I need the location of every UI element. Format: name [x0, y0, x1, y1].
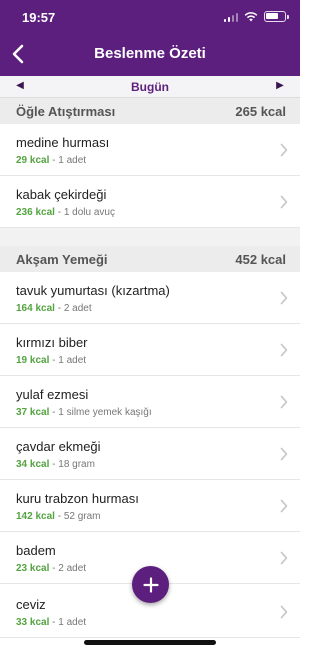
food-item-kuru-trabzon-hurmasi[interactable]: kuru trabzon hurması 142 kcal - 52 gram — [0, 480, 300, 532]
food-kcal: 37 kcal — [16, 407, 50, 418]
food-detail: 142 kcal - 52 gram — [16, 511, 101, 522]
section-separator — [0, 228, 300, 246]
food-item-kabak-cekirdegi[interactable]: kabak çekirdeği 236 kcal - 1 dolu avuç — [0, 176, 300, 228]
food-name: badem — [16, 543, 56, 558]
food-kcal: 236 kcal — [16, 207, 55, 218]
food-item-medine-hurmasi[interactable]: medine hurması 29 kcal - 1 adet — [0, 124, 300, 176]
wifi-icon — [244, 11, 258, 21]
food-kcal: 19 kcal — [16, 355, 50, 366]
status-icons — [223, 11, 289, 22]
plus-icon — [142, 576, 159, 593]
page-title: Beslenme Özeti — [94, 45, 206, 62]
food-detail: 164 kcal - 2 adet — [16, 303, 92, 314]
food-detail: 236 kcal - 1 dolu avuç — [16, 207, 115, 218]
date-selector: ◀ Bugün ▶ — [0, 76, 300, 98]
food-kcal: 23 kcal — [16, 563, 50, 574]
chevron-right-icon — [280, 291, 288, 305]
food-amount: - 2 adet — [49, 563, 87, 574]
food-amount: - 1 silme yemek kaşığı — [49, 407, 152, 418]
section-total-kcal: 452 kcal — [235, 252, 286, 267]
food-name: kırmızı biber — [16, 335, 88, 350]
food-kcal: 33 kcal — [16, 617, 50, 628]
triangle-right-icon: ▶ — [276, 80, 284, 91]
section-name: Akşam Yemeği — [16, 252, 108, 267]
food-detail: 29 kcal - 1 adet — [16, 155, 86, 166]
food-name: kabak çekirdeği — [16, 187, 107, 202]
cellular-signal-icon — [223, 12, 238, 22]
food-kcal: 34 kcal — [16, 459, 50, 470]
food-amount: - 52 gram — [54, 511, 101, 522]
chevron-right-icon — [280, 395, 288, 409]
food-amount: - 1 dolu avuç — [54, 207, 115, 218]
chevron-right-icon — [280, 143, 288, 157]
food-name: tavuk yumurtası (kızartma) — [16, 283, 170, 298]
food-name: ceviz — [16, 597, 46, 612]
chevron-right-icon — [280, 447, 288, 461]
food-amount: - 1 adet — [49, 155, 87, 166]
chevron-right-icon — [280, 551, 288, 565]
food-amount: - 1 adet — [49, 355, 87, 366]
chevron-right-icon — [280, 195, 288, 209]
nav-bar: Beslenme Özeti — [0, 36, 300, 72]
food-item-tavuk-yumurtasi[interactable]: tavuk yumurtası (kızartma) 164 kcal - 2 … — [0, 272, 300, 324]
food-item-yulaf-ezmesi[interactable]: yulaf ezmesi 37 kcal - 1 silme yemek kaş… — [0, 376, 300, 428]
section-total-kcal: 265 kcal — [235, 104, 286, 119]
battery-icon — [264, 11, 289, 22]
app-header: 19:57 Beslenme Özeti — [0, 0, 300, 76]
food-kcal: 142 kcal — [16, 511, 55, 522]
chevron-right-icon — [280, 343, 288, 357]
food-detail: 33 kcal - 1 adet — [16, 617, 86, 628]
food-detail: 23 kcal - 2 adet — [16, 563, 86, 574]
next-day-button[interactable]: ▶ — [272, 80, 288, 91]
section-name: Öğle Atıştırması — [16, 104, 116, 119]
food-name: çavdar ekmeği — [16, 439, 101, 454]
food-kcal: 164 kcal — [16, 303, 55, 314]
food-detail: 34 kcal - 18 gram — [16, 459, 95, 470]
food-name: yulaf ezmesi — [16, 387, 89, 402]
food-detail: 37 kcal - 1 silme yemek kaşığı — [16, 407, 152, 418]
food-item-kirmizi-biber[interactable]: kırmızı biber 19 kcal - 1 adet — [0, 324, 300, 376]
status-bar: 19:57 — [0, 0, 300, 36]
food-amount: - 2 adet — [54, 303, 92, 314]
food-detail: 19 kcal - 1 adet — [16, 355, 86, 366]
home-indicator — [84, 640, 216, 645]
food-amount: - 18 gram — [49, 459, 95, 470]
battery-fill — [266, 13, 278, 19]
food-kcal: 29 kcal — [16, 155, 50, 166]
food-item-cavdar-ekmegi[interactable]: çavdar ekmeği 34 kcal - 18 gram — [0, 428, 300, 480]
add-food-button[interactable] — [132, 566, 169, 603]
food-amount: - 1 adet — [49, 617, 87, 628]
date-label: Bugün — [131, 80, 169, 94]
section-header-aksam-yemegi: Akşam Yemeği 452 kcal — [0, 246, 300, 272]
chevron-right-icon — [280, 499, 288, 513]
food-name: medine hurması — [16, 135, 110, 150]
food-name: kuru trabzon hurması — [16, 491, 139, 506]
status-time: 19:57 — [22, 10, 56, 25]
chevron-right-icon — [280, 605, 288, 619]
section-header-ogle-atistirmasi: Öğle Atıştırması 265 kcal — [0, 98, 300, 124]
